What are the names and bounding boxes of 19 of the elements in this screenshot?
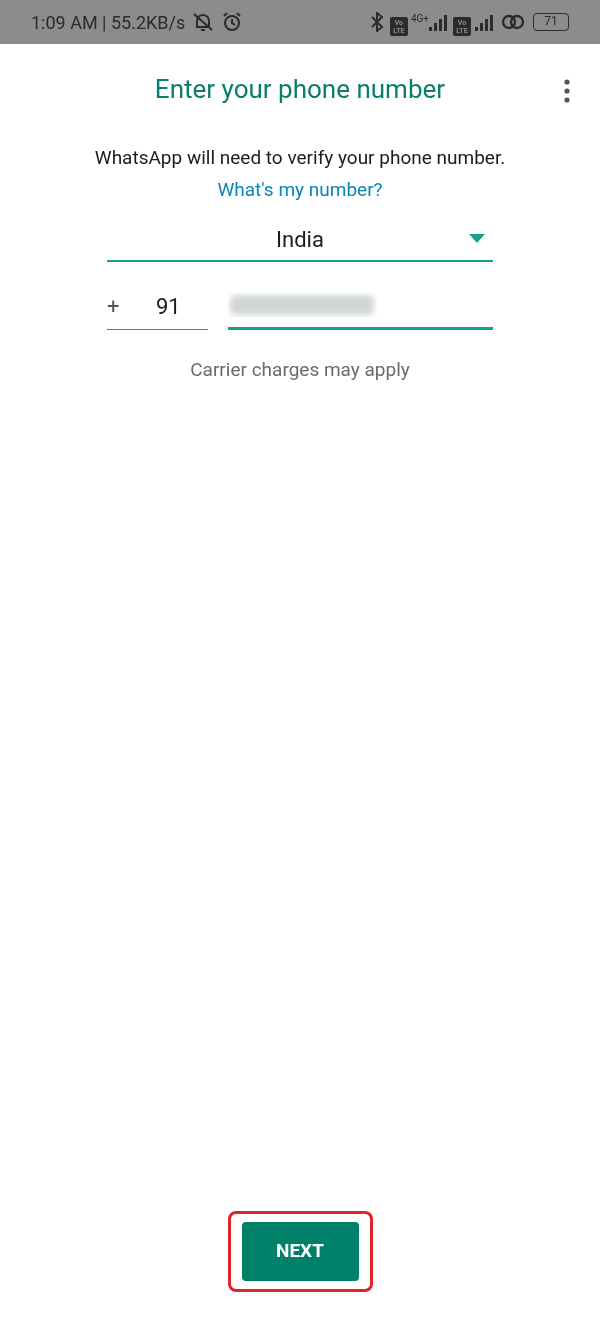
country-value: India — [276, 225, 324, 254]
country-code-field[interactable]: + 91 — [107, 284, 208, 330]
whats-my-number-link[interactable]: What's my number? — [217, 178, 383, 201]
more-options-icon[interactable] — [563, 79, 571, 103]
country-code: 91 — [156, 293, 181, 321]
carrier-charges-note: Carrier charges may apply — [189, 357, 411, 383]
bluetooth-icon — [369, 12, 384, 32]
status-time: 1:09 AM | 55.2KB/s — [31, 10, 186, 35]
network-label: 4G+ — [410, 14, 429, 24]
signal-icon — [475, 13, 495, 31]
page-title: Enter your phone number — [154, 72, 446, 106]
verification-message: WhatsApp will need to verify your phone number. What's my number? — [93, 145, 507, 203]
signal-icon — [429, 13, 449, 31]
dropdown-caret-icon — [469, 234, 485, 243]
link-icon — [501, 13, 525, 31]
plus-sign: + — [107, 293, 121, 321]
next-button[interactable]: NEXT — [241, 1222, 359, 1281]
country-dropdown[interactable]: India — [107, 218, 493, 262]
battery-indicator: 71 — [533, 13, 569, 31]
